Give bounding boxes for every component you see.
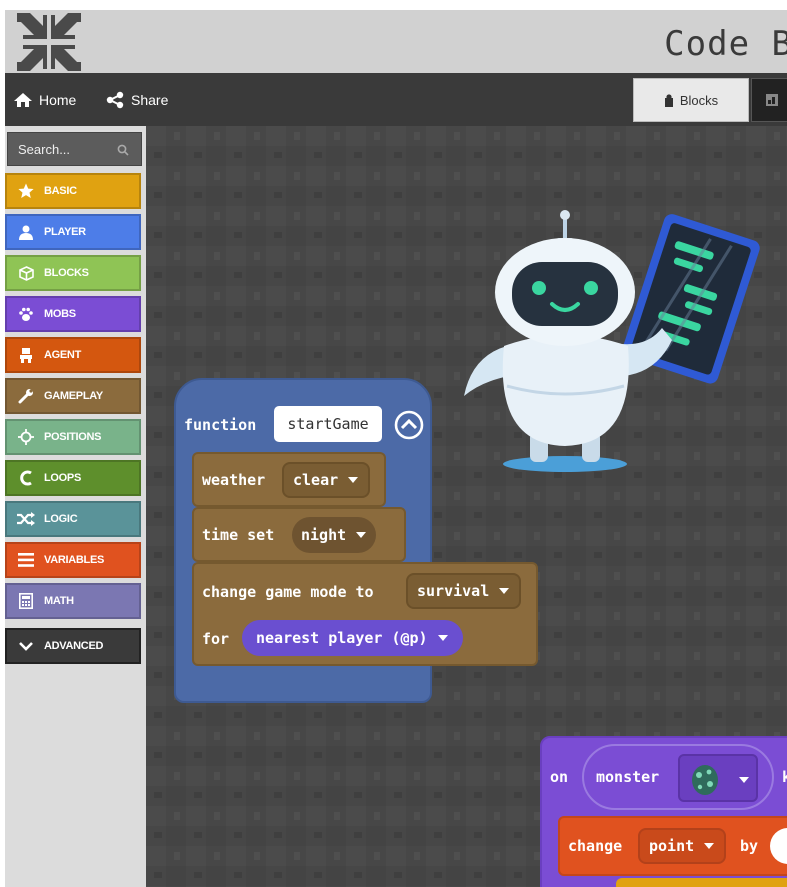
- home-label: Home: [39, 91, 77, 108]
- title-bar: Code B: [5, 10, 787, 73]
- category-label: PLAYER: [44, 226, 86, 238]
- category-player[interactable]: PLAYER: [5, 214, 141, 250]
- dropdown-arrow-icon: [348, 477, 359, 483]
- category-label: BLOCKS: [44, 267, 89, 279]
- nested-block-edge: [616, 878, 787, 887]
- event-trailing-label: k: [782, 768, 787, 786]
- blocks-tab[interactable]: Blocks: [633, 78, 749, 122]
- loop-icon: [16, 470, 36, 486]
- time-set-block[interactable]: time set night: [192, 507, 406, 562]
- monster-argument[interactable]: monster: [582, 744, 774, 810]
- collapse-icon[interactable]: [17, 13, 81, 71]
- javascript-tab[interactable]: [751, 78, 787, 122]
- chevron-down-icon: [16, 638, 36, 654]
- category-mobs[interactable]: MOBS: [5, 296, 141, 332]
- code-file-icon: [766, 94, 778, 106]
- variable-value: point: [649, 837, 695, 855]
- weather-label: weather: [202, 471, 266, 489]
- weather-block[interactable]: weather clear: [192, 452, 386, 507]
- category-blocks[interactable]: BLOCKS: [5, 255, 141, 291]
- shuffle-icon: [16, 511, 36, 527]
- category-label: LOOPS: [44, 472, 82, 484]
- person-icon: [16, 224, 36, 240]
- on-label: on: [550, 768, 569, 786]
- crosshair-icon: [16, 429, 36, 445]
- game-mode-label: change game mode to: [202, 583, 374, 601]
- time-value: night: [301, 526, 347, 544]
- time-dropdown[interactable]: night: [292, 517, 377, 553]
- collapse-block-icon[interactable]: [394, 410, 424, 440]
- share-label: Share: [131, 91, 169, 108]
- category-positions[interactable]: POSITIONS: [5, 419, 141, 455]
- target-value: nearest player (@p): [256, 629, 428, 647]
- robot-mascot: [464, 210, 760, 472]
- toolbox: Search... BASIC PLAYER BLOCKS MOBS AGENT…: [5, 126, 146, 887]
- category-label: MATH: [44, 595, 74, 607]
- monster-dropdown[interactable]: [678, 754, 758, 802]
- share-link[interactable]: Share: [105, 73, 168, 126]
- category-advanced[interactable]: ADVANCED: [5, 628, 141, 664]
- workspace[interactable]: function startGame weather clear time se…: [146, 126, 787, 887]
- star-icon: [16, 183, 36, 199]
- category-logic[interactable]: LOGIC: [5, 501, 141, 537]
- dropdown-arrow-icon: [499, 588, 510, 594]
- category-label: ADVANCED: [44, 640, 104, 652]
- dropdown-arrow-icon: [356, 532, 367, 538]
- for-label: for: [202, 630, 230, 648]
- time-label: time set: [202, 526, 275, 544]
- function-keyword: function: [184, 416, 257, 434]
- spawn-egg-icon: [692, 765, 718, 795]
- change-label: change: [568, 837, 623, 855]
- search-input[interactable]: Search...: [7, 132, 142, 166]
- category-variables[interactable]: VARIABLES: [5, 542, 141, 578]
- blocks-tab-label: Blocks: [679, 92, 719, 108]
- amount-input[interactable]: [770, 828, 787, 864]
- dropdown-arrow-icon: [437, 635, 448, 641]
- puzzle-icon: [664, 93, 673, 107]
- share-icon: [106, 91, 124, 108]
- weather-value: clear: [293, 471, 339, 489]
- lines-icon: [16, 552, 36, 568]
- by-label: by: [740, 837, 759, 855]
- paw-icon: [16, 306, 36, 322]
- category-label: MOBS: [44, 308, 76, 320]
- category-label: AGENT: [44, 349, 82, 361]
- category-math[interactable]: MATH: [5, 583, 141, 619]
- search-icon: [117, 144, 129, 156]
- agent-icon: [16, 347, 36, 363]
- function-name-field[interactable]: startGame: [274, 406, 382, 442]
- cube-icon: [16, 265, 36, 281]
- home-icon: [14, 92, 32, 107]
- search-placeholder: Search...: [18, 141, 71, 157]
- category-label: LOGIC: [44, 513, 78, 525]
- category-label: BASIC: [44, 185, 77, 197]
- app-title: Code B: [664, 24, 787, 64]
- variable-dropdown[interactable]: point: [638, 828, 727, 864]
- category-label: GAMEPLAY: [44, 390, 103, 402]
- category-loops[interactable]: LOOPS: [5, 460, 141, 496]
- category-label: POSITIONS: [44, 431, 102, 443]
- menu-bar: Home Share Blocks: [5, 73, 787, 126]
- monster-label: monster: [596, 768, 660, 786]
- category-agent[interactable]: AGENT: [5, 337, 141, 373]
- category-label: VARIABLES: [44, 554, 105, 566]
- game-mode-block[interactable]: change game mode to survival for nearest…: [192, 562, 538, 666]
- wrench-icon: [16, 388, 36, 404]
- home-link[interactable]: Home: [13, 73, 76, 126]
- weather-dropdown[interactable]: clear: [282, 462, 371, 498]
- game-mode-dropdown[interactable]: survival: [406, 573, 522, 609]
- game-mode-value: survival: [417, 582, 490, 600]
- category-basic[interactable]: BASIC: [5, 173, 141, 209]
- target-dropdown[interactable]: nearest player (@p): [242, 620, 463, 656]
- category-gameplay[interactable]: GAMEPLAY: [5, 378, 141, 414]
- dropdown-arrow-icon: [739, 777, 749, 783]
- dropdown-arrow-icon: [704, 843, 715, 849]
- calculator-icon: [16, 593, 36, 609]
- function-name: startGame: [287, 415, 369, 433]
- change-variable-block[interactable]: change point by: [558, 816, 787, 876]
